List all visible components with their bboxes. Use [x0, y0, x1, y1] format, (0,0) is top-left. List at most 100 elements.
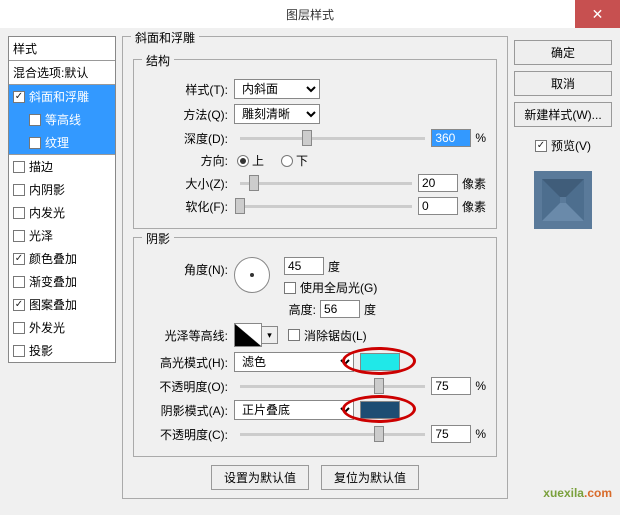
shadow-color-swatch[interactable] [360, 401, 400, 419]
highlight-opacity-label: 不透明度(O): [144, 378, 234, 395]
cancel-button[interactable]: 取消 [514, 71, 612, 96]
new-style-button[interactable]: 新建样式(W)... [514, 102, 612, 127]
close-button[interactable]: ✕ [575, 0, 620, 28]
size-input[interactable] [418, 174, 458, 192]
blending-options[interactable]: 混合选项:默认 [9, 61, 115, 84]
structure-title: 结构 [142, 52, 174, 69]
reset-default-button[interactable]: 复位为默认值 [321, 465, 419, 490]
shading-title: 阴影 [142, 230, 174, 247]
depth-slider[interactable] [240, 137, 425, 140]
shadow-mode-select[interactable]: 正片叠底 [234, 400, 354, 420]
unit: 像素 [462, 175, 486, 192]
style-checkbox[interactable] [29, 114, 41, 126]
soften-label: 软化(F): [144, 198, 234, 215]
main: 样式 混合选项:默认 斜面和浮雕等高线纹理描边内阴影内发光光泽颜色叠加渐变叠加图… [0, 28, 620, 515]
soften-input[interactable] [418, 197, 458, 215]
antialias-checkbox[interactable] [288, 329, 300, 341]
highlight-opacity-slider[interactable] [240, 385, 425, 388]
unit: % [475, 427, 486, 441]
style-label: 外发光 [29, 319, 65, 336]
highlight-mode-select[interactable]: 滤色 [234, 352, 354, 372]
style-item-7[interactable]: 颜色叠加 [9, 247, 115, 270]
style-checkbox[interactable] [29, 137, 41, 149]
style-item-10[interactable]: 外发光 [9, 316, 115, 339]
style-checkbox[interactable] [13, 276, 25, 288]
highlight-color-swatch[interactable] [360, 353, 400, 371]
style-label: 内发光 [29, 204, 65, 221]
direction-down-radio[interactable] [281, 155, 293, 167]
style-item-2[interactable]: 纹理 [9, 131, 115, 154]
style-label: 图案叠加 [29, 296, 77, 313]
soften-slider[interactable] [240, 205, 412, 208]
style-checkbox[interactable] [13, 230, 25, 242]
depth-input[interactable] [431, 129, 471, 147]
style-checkbox[interactable] [13, 91, 25, 103]
style-item-1[interactable]: 等高线 [9, 108, 115, 131]
global-light-label: 使用全局光(G) [300, 279, 377, 296]
style-item-0[interactable]: 斜面和浮雕 [9, 85, 115, 108]
style-item-3[interactable]: 描边 [9, 155, 115, 178]
gloss-contour-picker[interactable]: ▾ [234, 323, 278, 347]
unit: 度 [364, 301, 376, 318]
group-title: 斜面和浮雕 [131, 29, 199, 46]
style-label: 投影 [29, 342, 53, 359]
style-item-8[interactable]: 渐变叠加 [9, 270, 115, 293]
bevel-emboss-group: 斜面和浮雕 结构 样式(T): 内斜面 方法(Q): 雕刻清晰 深度(D): % [122, 36, 508, 499]
size-label: 大小(Z): [144, 175, 234, 192]
ok-button[interactable]: 确定 [514, 40, 612, 65]
depth-label: 深度(D): [144, 130, 234, 147]
style-checkbox[interactable] [13, 184, 25, 196]
style-item-6[interactable]: 光泽 [9, 224, 115, 247]
unit: % [475, 131, 486, 145]
altitude-input[interactable] [320, 300, 360, 318]
watermark: xuexila.com [543, 484, 612, 502]
style-checkbox[interactable] [13, 345, 25, 357]
direction-label: 方向: [144, 152, 234, 169]
technique-label: 方法(Q): [144, 106, 234, 123]
style-item-9[interactable]: 图案叠加 [9, 293, 115, 316]
style-checkbox[interactable] [13, 253, 25, 265]
style-item-4[interactable]: 内阴影 [9, 178, 115, 201]
structure-group: 结构 样式(T): 内斜面 方法(Q): 雕刻清晰 深度(D): % 方向: [133, 59, 497, 229]
style-checkbox[interactable] [13, 322, 25, 334]
global-light-checkbox[interactable] [284, 282, 296, 294]
angle-input[interactable] [284, 257, 324, 275]
settings-column: 斜面和浮雕 结构 样式(T): 内斜面 方法(Q): 雕刻清晰 深度(D): % [122, 36, 508, 507]
shadow-mode-label: 阴影模式(A): [144, 402, 234, 419]
unit: 像素 [462, 198, 486, 215]
angle-dial[interactable] [234, 257, 270, 293]
window-title: 图层样式 [0, 6, 620, 23]
styles-header[interactable]: 样式 [9, 37, 115, 60]
direction-up-radio[interactable] [237, 155, 249, 167]
shadow-opacity-input[interactable] [431, 425, 471, 443]
style-label: 样式(T): [144, 81, 234, 98]
angle-label: 角度(N): [144, 257, 234, 278]
style-label: 等高线 [45, 111, 81, 128]
make-default-button[interactable]: 设置为默认值 [211, 465, 309, 490]
style-label: 渐变叠加 [29, 273, 77, 290]
shadow-opacity-slider[interactable] [240, 433, 425, 436]
style-item-5[interactable]: 内发光 [9, 201, 115, 224]
style-label: 光泽 [29, 227, 53, 244]
style-select[interactable]: 内斜面 [234, 79, 320, 99]
gloss-contour-label: 光泽等高线: [144, 327, 234, 344]
preview-checkbox[interactable] [535, 140, 547, 152]
size-slider[interactable] [240, 182, 412, 185]
contour-swatch [234, 323, 262, 347]
style-checkbox[interactable] [13, 207, 25, 219]
style-label: 描边 [29, 158, 53, 175]
preview-label: 预览(V) [551, 137, 591, 154]
style-label: 纹理 [45, 134, 69, 151]
style-label: 内阴影 [29, 181, 65, 198]
style-label: 斜面和浮雕 [29, 88, 89, 105]
chevron-down-icon[interactable]: ▾ [262, 326, 278, 344]
unit: % [475, 379, 486, 393]
style-checkbox[interactable] [13, 161, 25, 173]
styles-column: 样式 混合选项:默认 斜面和浮雕等高线纹理描边内阴影内发光光泽颜色叠加渐变叠加图… [8, 36, 116, 507]
right-column: 确定 取消 新建样式(W)... 预览(V) [514, 36, 612, 507]
technique-select[interactable]: 雕刻清晰 [234, 104, 320, 124]
style-checkbox[interactable] [13, 299, 25, 311]
style-item-11[interactable]: 投影 [9, 339, 115, 362]
antialias-label: 消除锯齿(L) [304, 327, 367, 344]
highlight-opacity-input[interactable] [431, 377, 471, 395]
